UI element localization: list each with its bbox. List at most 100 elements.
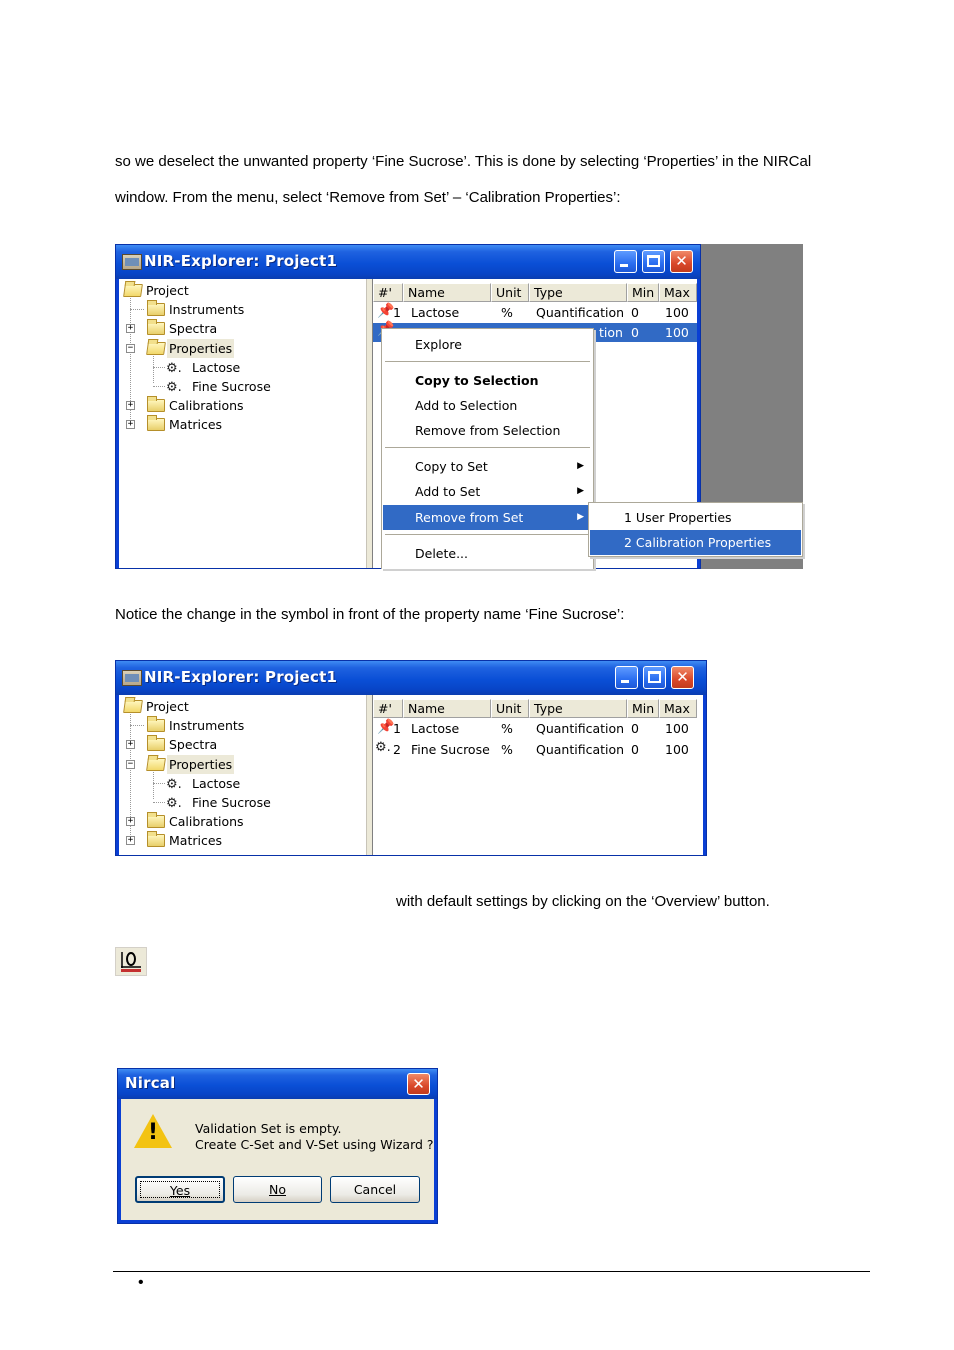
submenu-arrow-icon: ▶ <box>577 486 584 496</box>
menu-item-copy-to-selection[interactable]: Copy to Selection <box>383 368 592 393</box>
property-gear-icon: ⚙. <box>166 777 182 792</box>
collapse-icon[interactable]: − <box>126 344 135 353</box>
minimize-icon <box>621 680 629 683</box>
dialog-message: Validation Set is empty. Create C-Set an… <box>195 1121 434 1152</box>
overview-button[interactable] <box>115 947 147 976</box>
close-button[interactable]: ✕ <box>407 1073 430 1095</box>
collapse-icon[interactable]: − <box>126 760 135 769</box>
column-header-name[interactable]: Name <box>403 699 491 718</box>
close-icon: ✕ <box>412 1075 425 1093</box>
expand-icon[interactable]: + <box>126 324 135 333</box>
tree-item-instruments[interactable]: Instruments <box>122 300 362 319</box>
context-menu: Explore Copy to Selection Add to Selecti… <box>381 328 594 569</box>
folder-icon <box>147 716 165 732</box>
expand-icon[interactable]: + <box>126 740 135 749</box>
close-button[interactable]: ✕ <box>670 250 693 273</box>
menu-separator <box>385 447 590 448</box>
close-button[interactable]: ✕ <box>671 666 694 689</box>
table-row[interactable]: 📌 1 Lactose % Quantification 0 100 <box>373 303 697 323</box>
column-header-type[interactable]: Type <box>529 283 627 302</box>
folder-open-icon <box>123 700 143 713</box>
folder-open-icon <box>146 758 166 771</box>
column-header-max[interactable]: Max <box>659 283 697 302</box>
yes-button[interactable]: Yes <box>135 1176 225 1203</box>
cancel-button[interactable]: Cancel <box>330 1176 420 1203</box>
menu-item-remove-from-set[interactable]: Remove from Set ▶ <box>383 505 592 530</box>
warning-icon: ! <box>134 1114 172 1150</box>
minimize-button[interactable] <box>614 250 637 273</box>
column-header-unit[interactable]: Unit <box>491 699 529 718</box>
client-area: Project Instruments + Spectra − Properti… <box>119 695 703 855</box>
tree-item-properties[interactable]: − Properties <box>122 339 362 358</box>
dialog-title-bar[interactable]: Nircal ✕ <box>118 1069 437 1099</box>
overview-icon <box>121 952 141 972</box>
tree-item-spectra[interactable]: + Spectra <box>122 735 362 754</box>
menu-item-explore[interactable]: Explore <box>383 332 592 357</box>
tree-item-lactose[interactable]: ⚙. Lactose <box>122 774 362 793</box>
maximize-button[interactable] <box>642 250 665 273</box>
paragraph-line-3: Notice the change in the symbol in front… <box>115 606 625 623</box>
column-header-max[interactable]: Max <box>659 699 697 718</box>
table-row[interactable]: 📌 1 Lactose % Quantification 0 100 <box>373 719 697 739</box>
tree-item-fine-sucrose[interactable]: ⚙. Fine Sucrose <box>122 793 362 812</box>
window-title: NIR-Explorer: Project1 <box>144 252 338 270</box>
submenu-item-user-properties[interactable]: 1 User Properties <box>590 505 801 530</box>
app-icon <box>122 670 142 686</box>
menu-separator <box>385 361 590 362</box>
menu-item-copy-to-set[interactable]: Copy to Set ▶ <box>383 454 592 479</box>
project-tree: Project Instruments + Spectra − Properti… <box>119 695 367 855</box>
menu-item-add-to-selection[interactable]: Add to Selection <box>383 393 592 418</box>
column-header-number[interactable]: #' <box>373 283 403 302</box>
submenu-arrow-icon: ▶ <box>577 461 584 471</box>
no-button[interactable]: No <box>233 1176 322 1203</box>
tree-item-fine-sucrose[interactable]: ⚙. Fine Sucrose <box>122 377 362 396</box>
minimize-icon <box>620 264 628 267</box>
column-header-name[interactable]: Name <box>403 283 491 302</box>
maximize-button[interactable] <box>643 666 666 689</box>
tree-item-project[interactable]: Project <box>122 697 362 716</box>
explorer-window-2: NIR-Explorer: Project1 ✕ Project Instrum… <box>115 660 707 856</box>
column-header-min[interactable]: Min <box>627 283 659 302</box>
column-header-type[interactable]: Type <box>529 699 627 718</box>
folder-icon <box>147 396 165 412</box>
expand-icon[interactable]: + <box>126 401 135 410</box>
close-icon: ✕ <box>675 252 688 270</box>
expand-icon[interactable]: + <box>126 420 135 429</box>
tree-item-instruments[interactable]: Instruments <box>122 716 362 735</box>
table-row[interactable]: ⚙. 2 Fine Sucrose % Quantification 0 100 <box>373 740 697 760</box>
column-header-number[interactable]: #' <box>373 699 403 718</box>
tree-item-matrices[interactable]: + Matrices <box>122 415 362 434</box>
folder-icon <box>147 735 165 751</box>
tree-item-lactose[interactable]: ⚙. Lactose <box>122 358 362 377</box>
project-tree: Project Instruments + Spectra − Properti… <box>119 279 367 568</box>
title-bar[interactable]: NIR-Explorer: Project1 ✕ <box>116 245 700 279</box>
tree-item-project[interactable]: Project <box>122 281 362 300</box>
submenu-arrow-icon: ▶ <box>577 512 584 522</box>
folder-icon <box>147 300 165 316</box>
menu-item-add-to-set[interactable]: Add to Set ▶ <box>383 479 592 504</box>
tree-item-properties[interactable]: − Properties <box>122 755 362 774</box>
paragraph-line-4: with default settings by clicking on the… <box>396 893 770 910</box>
property-gear-icon: ⚙. <box>166 361 182 376</box>
menu-item-delete[interactable]: Delete... <box>383 541 592 566</box>
tree-item-spectra[interactable]: + Spectra <box>122 319 362 338</box>
column-header-unit[interactable]: Unit <box>491 283 529 302</box>
column-header-min[interactable]: Min <box>627 699 659 718</box>
tree-item-matrices[interactable]: + Matrices <box>122 831 362 850</box>
paragraph-line-2: window. From the menu, select ‘Remove fr… <box>115 189 621 206</box>
expand-icon[interactable]: + <box>126 836 135 845</box>
tree-item-calibrations[interactable]: + Calibrations <box>122 396 362 415</box>
menu-item-remove-from-selection[interactable]: Remove from Selection <box>383 418 592 443</box>
submenu-item-calibration-properties[interactable]: 2 Calibration Properties <box>590 530 801 555</box>
dialog-title: Nircal <box>125 1074 176 1092</box>
property-gear-icon: ⚙. <box>375 740 391 755</box>
nircal-dialog: Nircal ✕ ! Validation Set is empty. Crea… <box>117 1068 438 1224</box>
footer-bullet: • <box>138 1274 144 1291</box>
menu-separator <box>385 534 590 535</box>
minimize-button[interactable] <box>615 666 638 689</box>
tree-item-calibrations[interactable]: + Calibrations <box>122 812 362 831</box>
property-list: #' Name Unit Type Min Max 📌 1 Lactose % … <box>373 695 703 855</box>
expand-icon[interactable]: + <box>126 817 135 826</box>
title-bar[interactable]: NIR-Explorer: Project1 ✕ <box>116 661 706 695</box>
property-gear-icon: ⚙. <box>166 380 182 395</box>
